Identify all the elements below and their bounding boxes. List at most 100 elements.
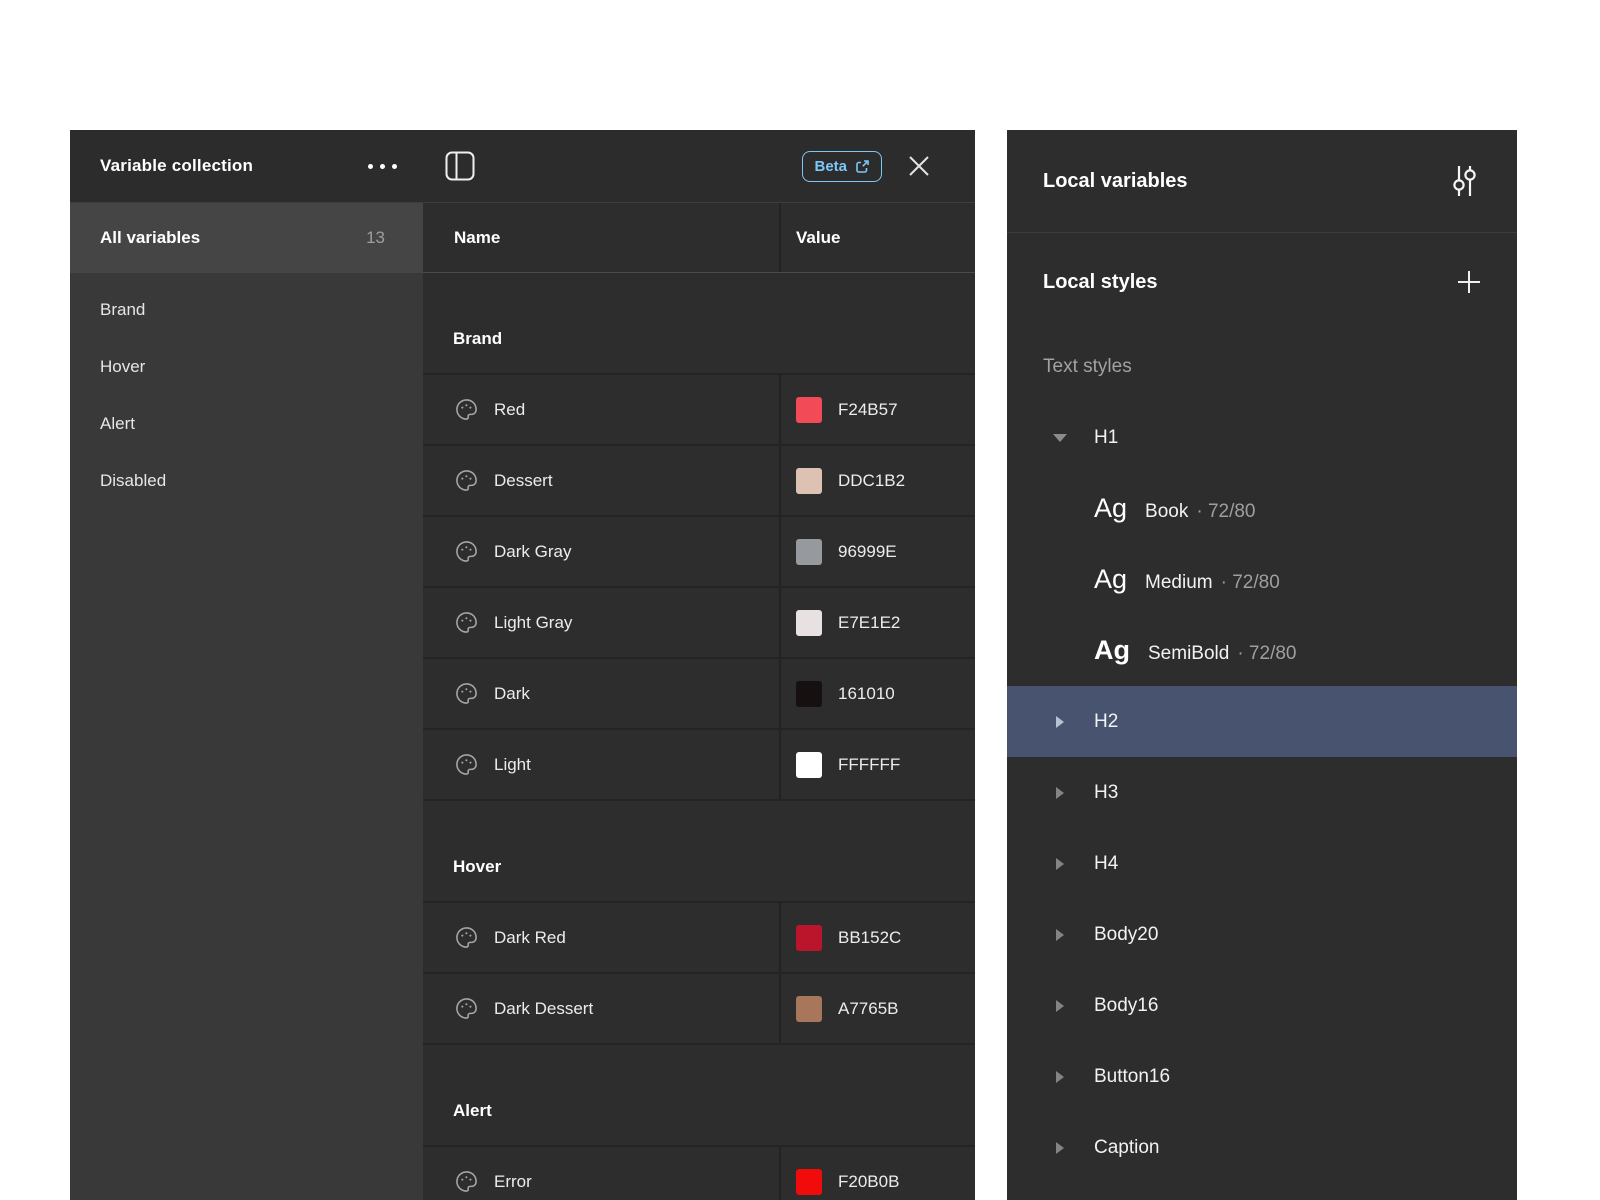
style-group-label: Button16 bbox=[1094, 1066, 1170, 1088]
color-swatch[interactable] bbox=[796, 681, 822, 707]
color-swatch[interactable] bbox=[796, 468, 822, 494]
caret-down-icon[interactable] bbox=[1053, 434, 1067, 442]
variable-value-cell: 161010 bbox=[779, 659, 975, 728]
style-group-label: H3 bbox=[1094, 782, 1118, 804]
close-icon[interactable] bbox=[908, 155, 930, 177]
beta-label: Beta bbox=[814, 158, 847, 175]
caret-glyph bbox=[1056, 1142, 1064, 1154]
sidebar-toggle-icon[interactable] bbox=[445, 151, 475, 181]
sidebar-item-disabled[interactable]: Disabled bbox=[70, 452, 423, 509]
variable-hex-value: E7E1E2 bbox=[838, 613, 900, 633]
style-group-h2[interactable]: H2 bbox=[1007, 686, 1517, 757]
color-swatch[interactable] bbox=[796, 610, 822, 636]
sidebar-item-brand[interactable]: Brand bbox=[70, 281, 423, 338]
variable-name: Error bbox=[494, 1172, 532, 1192]
caret-glyph bbox=[1056, 716, 1064, 728]
color-swatch[interactable] bbox=[796, 996, 822, 1022]
palette-icon bbox=[454, 925, 479, 950]
variable-hex-value: 161010 bbox=[838, 684, 895, 704]
variable-row[interactable]: RedF24B57 bbox=[423, 375, 975, 446]
palette-icon bbox=[454, 539, 479, 564]
style-variant-row-medium[interactable]: AgMedium· 72/80 bbox=[1007, 544, 1517, 615]
type-sample-glyph: Ag bbox=[1094, 635, 1130, 665]
section-header-alert: Alert bbox=[423, 1045, 975, 1147]
palette-icon bbox=[454, 468, 479, 493]
column-header-value: Value bbox=[779, 203, 975, 272]
palette-icon bbox=[454, 681, 479, 706]
variable-value-cell: DDC1B2 bbox=[779, 446, 975, 515]
caret-glyph bbox=[1056, 787, 1064, 799]
color-swatch[interactable] bbox=[796, 539, 822, 565]
style-group-button16[interactable]: Button16 bbox=[1007, 1041, 1517, 1112]
variable-name-cell: Dessert bbox=[423, 446, 779, 515]
variable-value-cell: F24B57 bbox=[779, 375, 975, 444]
palette-icon bbox=[454, 1169, 479, 1194]
style-variant-row-semibold[interactable]: AgSemiBold· 72/80 bbox=[1007, 615, 1517, 686]
collection-header-left: Variable collection bbox=[70, 130, 423, 202]
dot bbox=[368, 164, 373, 169]
sidebar-item-all-variables[interactable]: All variables 13 bbox=[70, 203, 423, 273]
type-sample-glyph: Ag bbox=[1094, 564, 1127, 594]
variable-name-cell: Dark Red bbox=[423, 903, 779, 972]
style-group-caption[interactable]: Caption bbox=[1007, 1112, 1517, 1183]
variable-row[interactable]: Dark 161010 bbox=[423, 659, 975, 730]
type-sample-glyph: Ag bbox=[1094, 493, 1127, 523]
text-styles-list: Text styles H1AgBook· 72/80AgMedium· 72/… bbox=[1007, 331, 1517, 1200]
color-swatch[interactable] bbox=[796, 397, 822, 423]
sidebar-item-alert[interactable]: Alert bbox=[70, 395, 423, 452]
variable-row[interactable]: Dark Gray96999E bbox=[423, 517, 975, 588]
variable-name-cell: Light bbox=[423, 730, 779, 799]
overflow-menu-icon[interactable] bbox=[368, 164, 397, 169]
style-group-label: Body16 bbox=[1094, 995, 1158, 1017]
style-group-h1[interactable]: H1 bbox=[1007, 402, 1517, 473]
variable-name: Dark Red bbox=[494, 928, 566, 948]
palette-icon bbox=[454, 752, 479, 777]
variable-row[interactable]: Light GrayE7E1E2 bbox=[423, 588, 975, 659]
variable-row[interactable]: Dark Red BB152C bbox=[423, 903, 975, 974]
variable-row[interactable]: ErrorF20B0B bbox=[423, 1147, 975, 1200]
caret-glyph bbox=[1053, 434, 1067, 442]
local-variables-header: Local variables bbox=[1007, 130, 1517, 233]
variable-name-cell: Dark Dessert bbox=[423, 974, 779, 1043]
caret-right-icon[interactable] bbox=[1053, 1142, 1067, 1154]
variable-hex-value: F24B57 bbox=[838, 400, 898, 420]
color-swatch[interactable] bbox=[796, 1169, 822, 1195]
variable-row[interactable]: Light FFFFFF bbox=[423, 730, 975, 801]
local-styles-row: Local styles bbox=[1007, 233, 1517, 331]
variable-collection-panel: Variable collection Beta bbox=[70, 130, 975, 1200]
all-variables-label: All variables bbox=[100, 228, 200, 248]
local-variables-panel: Local variables Local styles Text styles… bbox=[1007, 130, 1517, 1200]
style-variant-row-book[interactable]: AgBook· 72/80 bbox=[1007, 473, 1517, 544]
variable-value-cell: E7E1E2 bbox=[779, 588, 975, 657]
table-header-row: Name Value bbox=[423, 203, 975, 273]
style-group-body20[interactable]: Body20 bbox=[1007, 899, 1517, 970]
add-style-plus-icon[interactable] bbox=[1456, 269, 1482, 295]
caret-right-icon[interactable] bbox=[1053, 787, 1067, 799]
variable-name: Light bbox=[494, 755, 531, 775]
variable-hex-value: A7765B bbox=[838, 999, 899, 1019]
variable-count-badge: 13 bbox=[366, 228, 385, 248]
caret-right-icon[interactable] bbox=[1053, 929, 1067, 941]
variable-hex-value: FFFFFF bbox=[838, 755, 900, 775]
external-link-icon bbox=[855, 159, 870, 174]
variable-row[interactable]: DessertDDC1B2 bbox=[423, 446, 975, 517]
caret-right-icon[interactable] bbox=[1053, 1071, 1067, 1083]
caret-right-icon[interactable] bbox=[1053, 1000, 1067, 1012]
style-variant-name: Medium bbox=[1145, 572, 1213, 593]
color-swatch[interactable] bbox=[796, 925, 822, 951]
variable-name-cell: Dark bbox=[423, 659, 779, 728]
caret-right-icon[interactable] bbox=[1053, 716, 1067, 728]
style-variant-name: Book bbox=[1145, 501, 1188, 522]
section-header-hover: Hover bbox=[423, 801, 975, 903]
sidebar-item-hover[interactable]: Hover bbox=[70, 338, 423, 395]
color-swatch[interactable] bbox=[796, 752, 822, 778]
variable-row[interactable]: Dark Dessert A7765B bbox=[423, 974, 975, 1045]
variable-hex-value: BB152C bbox=[838, 928, 901, 948]
tune-sliders-icon[interactable] bbox=[1448, 163, 1480, 199]
variable-value-cell: A7765B bbox=[779, 974, 975, 1043]
style-group-h4[interactable]: H4 bbox=[1007, 828, 1517, 899]
style-group-body16[interactable]: Body16 bbox=[1007, 970, 1517, 1041]
caret-right-icon[interactable] bbox=[1053, 858, 1067, 870]
style-group-h3[interactable]: H3 bbox=[1007, 757, 1517, 828]
beta-badge[interactable]: Beta bbox=[802, 151, 882, 182]
